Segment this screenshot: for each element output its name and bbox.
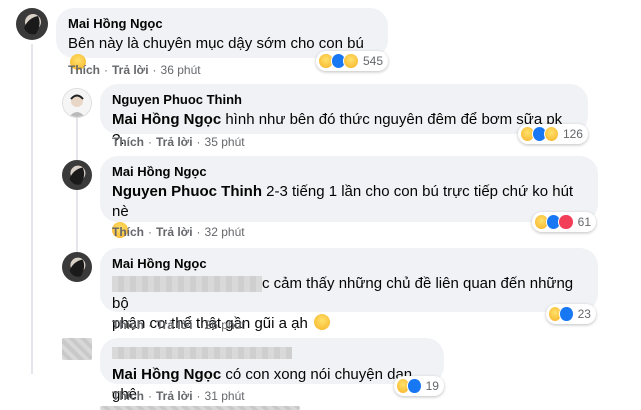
like-button[interactable]: Thích bbox=[68, 63, 100, 77]
reply-button[interactable]: Trả lời bbox=[156, 135, 193, 149]
comment-bubble: Nguyen Phuoc Thinh Mai Hồng Ngọc hình nh… bbox=[100, 84, 588, 148]
comment-bubble: Mai Hồng Ngọc có con xong nói chuyện dạn… bbox=[100, 338, 444, 403]
haha-reaction-icon bbox=[543, 126, 559, 142]
love-reaction-icon bbox=[558, 214, 574, 230]
reply-button[interactable]: Trả lời bbox=[156, 225, 193, 239]
comment-time[interactable]: 36 phút bbox=[161, 63, 201, 77]
comment-actions: Thích · Trả lời · 32 phút bbox=[112, 225, 245, 239]
reaction-summary[interactable]: 545 bbox=[316, 51, 388, 71]
comment-bubble: Mai Hồng Ngọc c cảm thấy những chủ đề li… bbox=[100, 248, 598, 332]
reaction-count: 61 bbox=[577, 215, 592, 229]
comment-time[interactable]: 35 phút bbox=[205, 135, 245, 149]
comment-time[interactable]: 26 phút bbox=[205, 318, 245, 332]
reaction-count: 19 bbox=[425, 379, 439, 393]
reaction-count: 23 bbox=[577, 307, 591, 321]
comment-author[interactable]: Mai Hồng Ngọc bbox=[112, 164, 586, 180]
comment-text: Nguyen Phuoc Thinh 2-3 tiếng 1 lần cho c… bbox=[112, 182, 586, 222]
like-button[interactable]: Thích bbox=[112, 389, 144, 403]
avatar[interactable] bbox=[62, 252, 92, 282]
like-reaction-icon bbox=[407, 378, 422, 394]
comment-actions: Thích · Trả lời · 26 phút bbox=[112, 318, 245, 332]
reaction-summary[interactable]: 126 bbox=[518, 124, 588, 144]
avatar bbox=[100, 406, 300, 410]
reply-button[interactable]: Trả lời bbox=[156, 389, 193, 403]
haha-reaction-icon bbox=[343, 53, 359, 69]
comment-text: c cảm thấy những chủ đề liên quan đến nh… bbox=[112, 274, 586, 314]
laugh-emoji-icon bbox=[314, 314, 330, 330]
thread-line bbox=[76, 112, 78, 162]
comment-actions: Thích · Trả lời · 35 phút bbox=[112, 135, 245, 149]
reaction-summary[interactable]: 23 bbox=[546, 304, 596, 324]
redacted-author bbox=[112, 346, 292, 359]
avatar[interactable] bbox=[16, 8, 48, 40]
avatar[interactable] bbox=[62, 88, 92, 118]
like-reaction-icon bbox=[559, 306, 574, 322]
reaction-count: 126 bbox=[562, 127, 583, 141]
reaction-summary[interactable]: 19 bbox=[394, 376, 444, 396]
reply-button[interactable]: Trả lời bbox=[156, 318, 193, 332]
redacted-mention bbox=[112, 276, 262, 293]
like-button[interactable]: Thích bbox=[112, 318, 144, 332]
reaction-count: 545 bbox=[362, 54, 383, 68]
avatar[interactable] bbox=[62, 338, 92, 360]
comment-author[interactable]: Nguyen Phuoc Thinh bbox=[112, 92, 576, 108]
mention-link[interactable]: Mai Hồng Ngọc bbox=[112, 111, 221, 128]
like-button[interactable]: Thích bbox=[112, 135, 144, 149]
comment-time[interactable]: 31 phút bbox=[205, 389, 245, 403]
comment-actions: Thích · Trả lời · 36 phút bbox=[68, 63, 201, 77]
comment-time[interactable]: 32 phút bbox=[205, 225, 245, 239]
reaction-summary[interactable]: 61 bbox=[532, 212, 596, 232]
comment-body: Bên này là chuyên mục dậy sớm cho con bú bbox=[68, 35, 364, 52]
reply-button[interactable]: Trả lời bbox=[112, 63, 149, 77]
avatar[interactable] bbox=[62, 160, 92, 190]
thread-line bbox=[76, 190, 78, 252]
mention-link[interactable]: Nguyen Phuoc Thinh bbox=[112, 183, 262, 200]
mention-link[interactable]: Mai Hồng Ngọc bbox=[112, 366, 221, 383]
comment-author[interactable]: Mai Hồng Ngọc bbox=[68, 16, 376, 32]
like-button[interactable]: Thích bbox=[112, 225, 144, 239]
comment-actions: Thích · Trả lời · 31 phút bbox=[112, 389, 245, 403]
comment-author[interactable]: Mai Hồng Ngọc bbox=[112, 256, 586, 272]
comment-bubble: Mai Hồng Ngọc Nguyen Phuoc Thinh 2-3 tiế… bbox=[100, 156, 598, 238]
thread-line bbox=[31, 44, 33, 374]
